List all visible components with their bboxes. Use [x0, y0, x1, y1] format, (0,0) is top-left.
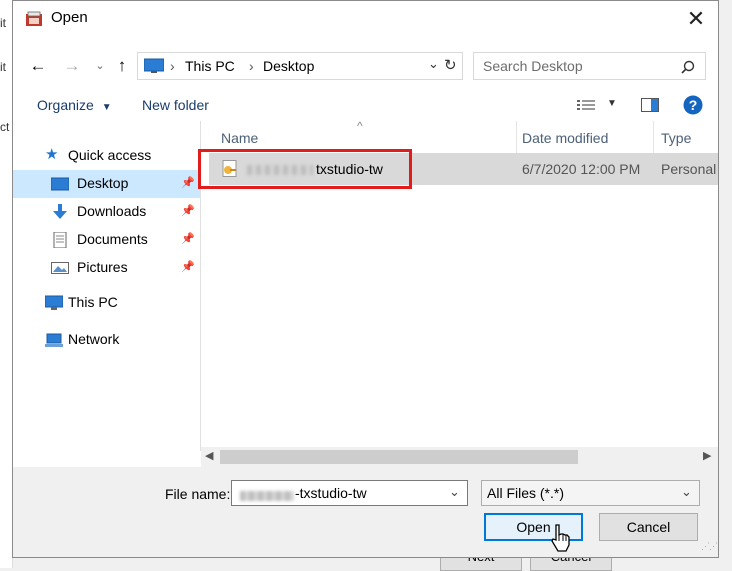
file-name-field[interactable]: -txstudio-tw ⌄ [231, 480, 468, 506]
cancel-button[interactable]: Cancel [599, 513, 698, 541]
this-pc-icon [144, 58, 164, 73]
svg-text:?: ? [689, 97, 698, 113]
file-type-chevron-icon: ⌄ [681, 484, 692, 499]
nav-item-pictures[interactable]: Pictures 📌 [13, 254, 200, 282]
breadcrumb-separator-icon: › [249, 58, 254, 74]
background-text-fragment: it [0, 16, 6, 30]
address-dropdown-chevron-icon[interactable]: ⌄ [428, 56, 439, 72]
breadcrumb-desktop[interactable]: Desktop [263, 58, 314, 74]
background-text-fragment: it [0, 60, 6, 74]
file-type-select[interactable]: All Files (*.*) ⌄ [481, 480, 700, 506]
nav-label: Quick access [68, 147, 152, 163]
sort-ascending-icon: ^ [357, 119, 363, 133]
column-header-name[interactable]: Name [221, 130, 258, 146]
view-dropdown-arrow-icon[interactable]: ▼ [607, 98, 617, 109]
nav-item-this-pc[interactable]: This PC [13, 289, 200, 317]
hand-cursor-icon [551, 524, 570, 552]
nav-item-quick-access[interactable]: ★ Quick access [13, 142, 200, 170]
file-name-label: File name: [165, 486, 231, 502]
nav-label: Desktop [77, 175, 129, 191]
search-input[interactable]: Search Desktop [483, 58, 583, 74]
nav-label: Documents [77, 231, 148, 247]
title-bar: Open ✕ [13, 1, 718, 35]
pin-icon[interactable]: 📌 [181, 204, 195, 217]
network-icon [45, 333, 63, 347]
column-header-type[interactable]: Type [661, 130, 691, 146]
star-icon: ★ [45, 146, 59, 163]
address-bar[interactable]: › This PC › Desktop ⌄ ↻ [137, 52, 463, 80]
background-text-fragment: ct [0, 120, 10, 134]
file-type-value: All Files (*.*) [487, 485, 565, 501]
nav-label: Downloads [77, 203, 147, 219]
view-options-icon[interactable] [577, 99, 597, 111]
nav-item-downloads[interactable]: Downloads 📌 [13, 198, 200, 226]
desktop-icon [51, 177, 69, 191]
search-icon[interactable] [681, 60, 695, 74]
nav-label: Pictures [77, 259, 128, 275]
documents-icon [53, 232, 67, 248]
command-bar: Organize ▼ New folder ▼ ? [13, 89, 718, 121]
scroll-left-arrow-icon[interactable]: ◀ [205, 449, 213, 462]
file-date-modified: 6/7/2020 12:00 PM [522, 161, 641, 177]
pictures-icon [51, 262, 69, 274]
new-folder-button[interactable]: New folder [142, 97, 209, 113]
scrollbar-thumb[interactable] [220, 450, 578, 464]
recent-locations-chevron-icon[interactable]: ⌄ [89, 55, 111, 77]
resize-grip-icon[interactable]: ⋰⋰ [701, 541, 718, 552]
file-name-redaction [240, 487, 294, 503]
pin-icon[interactable]: 📌 [181, 232, 195, 245]
up-arrow-icon[interactable]: ↑ [111, 55, 133, 77]
file-name-input[interactable]: -txstudio-tw [295, 485, 367, 501]
this-pc-icon [45, 295, 63, 310]
nav-item-documents[interactable]: Documents 📌 [13, 226, 200, 254]
nav-label: This PC [68, 294, 118, 310]
column-separator[interactable] [516, 121, 517, 153]
open-app-icon [25, 11, 43, 27]
file-type: Personal I [661, 161, 719, 177]
organize-label: Organize [37, 97, 94, 113]
column-header-date-modified[interactable]: Date modified [522, 130, 608, 146]
navigation-pane: ★ Quick access Desktop 📌 Downloads 📌 Doc… [13, 121, 200, 471]
nav-label: Network [68, 331, 120, 347]
forward-arrow-icon[interactable]: → [61, 55, 83, 77]
open-dialog: Open ✕ ← → ⌄ ↑ › This PC › Desktop ⌄ ↻ S… [12, 0, 719, 558]
downloads-icon [53, 204, 67, 219]
highlight-box [198, 149, 412, 189]
preview-pane-icon[interactable] [641, 98, 659, 112]
nav-item-desktop[interactable]: Desktop 📌 [13, 170, 200, 198]
organize-menu[interactable]: Organize ▼ [37, 97, 112, 113]
scroll-right-arrow-icon[interactable]: ▶ [703, 449, 711, 462]
help-icon[interactable]: ? [683, 95, 703, 115]
file-name-dropdown-chevron-icon[interactable]: ⌄ [449, 484, 460, 500]
close-button[interactable]: ✕ [680, 5, 712, 33]
dialog-title: Open [51, 9, 88, 26]
search-box[interactable]: Search Desktop [473, 52, 706, 80]
breadcrumb-this-pc[interactable]: This PC [185, 58, 235, 74]
pin-icon[interactable]: 📌 [181, 260, 195, 273]
back-arrow-icon[interactable]: ← [27, 55, 49, 77]
dropdown-arrow-icon: ▼ [101, 102, 112, 113]
breadcrumb-separator-icon: › [170, 58, 175, 74]
column-separator[interactable] [653, 121, 654, 153]
refresh-icon[interactable]: ↻ [444, 56, 457, 74]
nav-item-network[interactable]: Network [13, 326, 200, 354]
pin-icon[interactable]: 📌 [181, 176, 195, 189]
